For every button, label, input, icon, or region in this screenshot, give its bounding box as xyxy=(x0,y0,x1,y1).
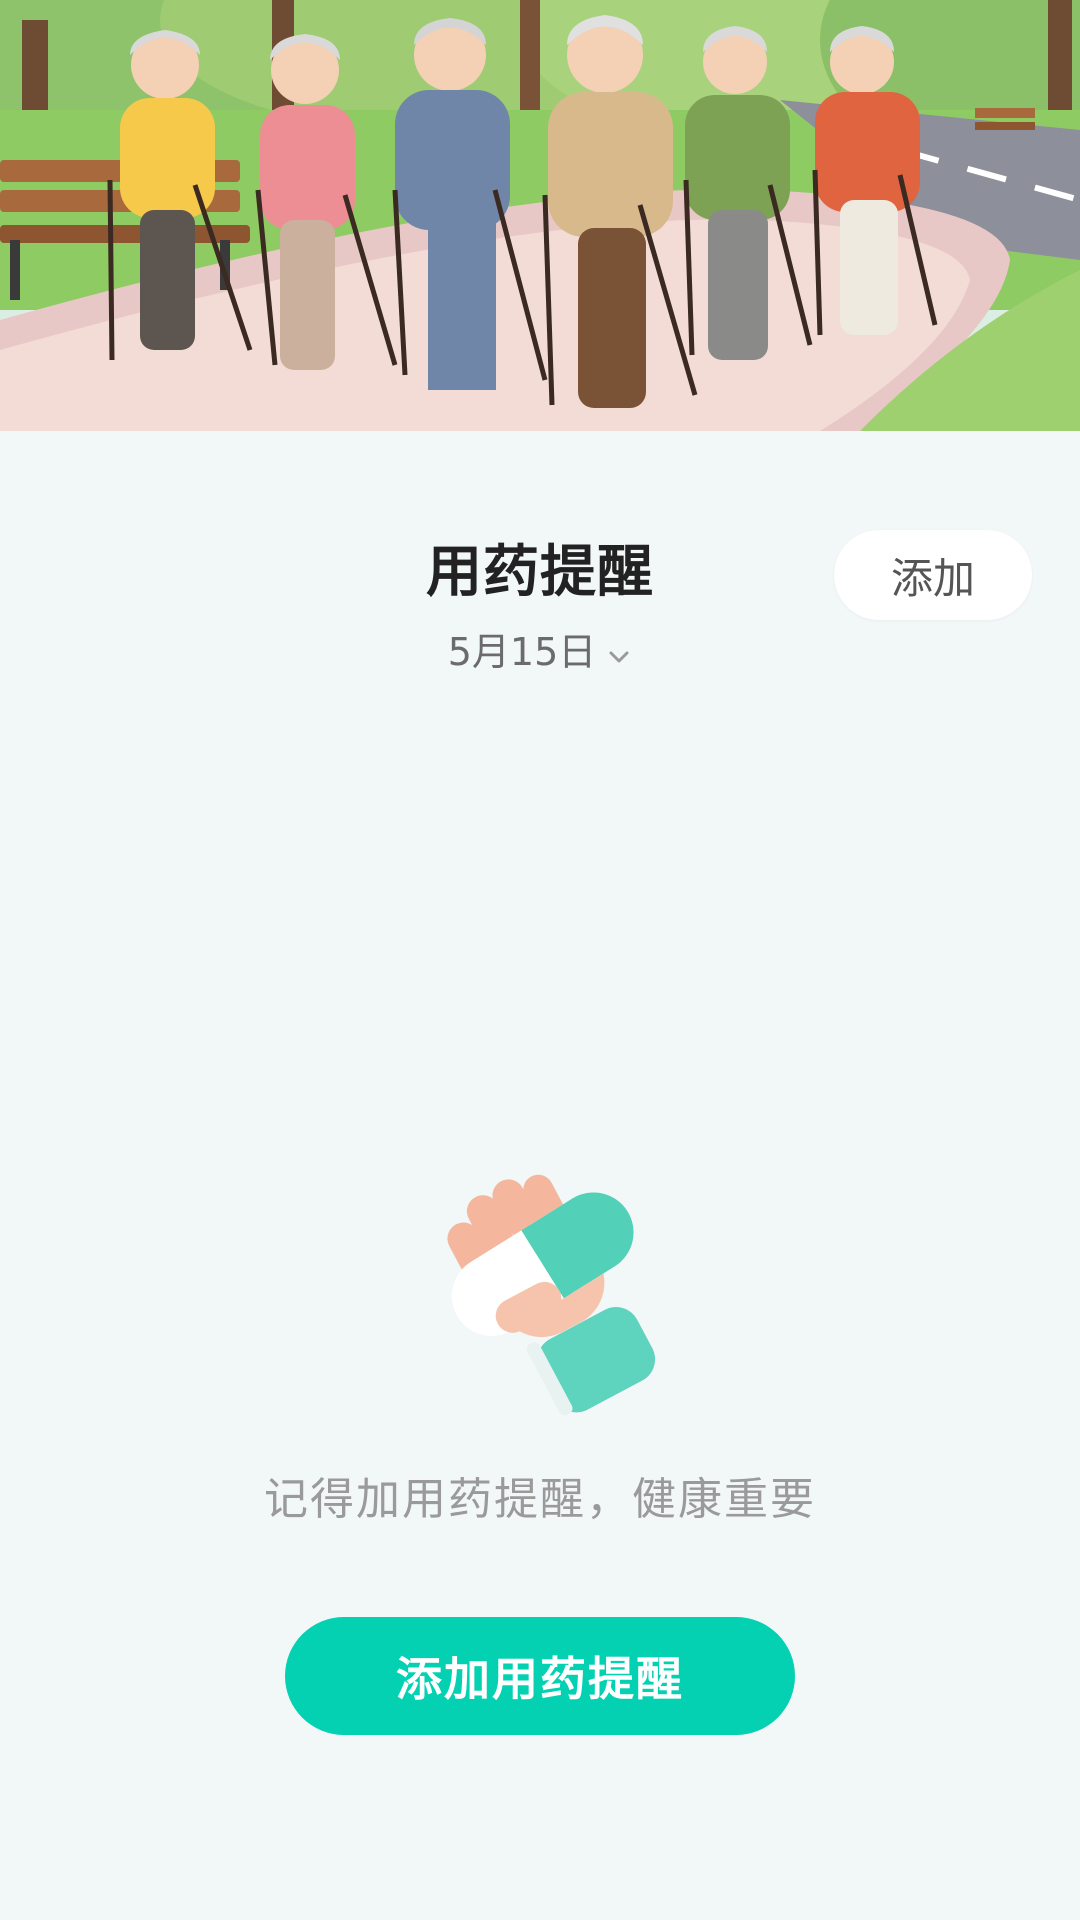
add-button[interactable]: 添加 xyxy=(834,530,1032,620)
add-medication-reminder-button[interactable]: 添加用药提醒 xyxy=(285,1617,795,1735)
hand-holding-pill-icon xyxy=(400,1140,680,1420)
date-label: 5月15日 xyxy=(447,629,597,674)
medication-reminder-page: 用药提醒 5月15日 添加 记得加用药提醒，健康重要 添加用药提醒 xyxy=(0,0,1080,1920)
banner-illustration xyxy=(0,0,1080,431)
empty-state-hint: 记得加用药提醒，健康重要 xyxy=(264,1474,816,1525)
chevron-down-icon xyxy=(606,635,632,663)
date-selector[interactable]: 5月15日 xyxy=(440,620,640,676)
